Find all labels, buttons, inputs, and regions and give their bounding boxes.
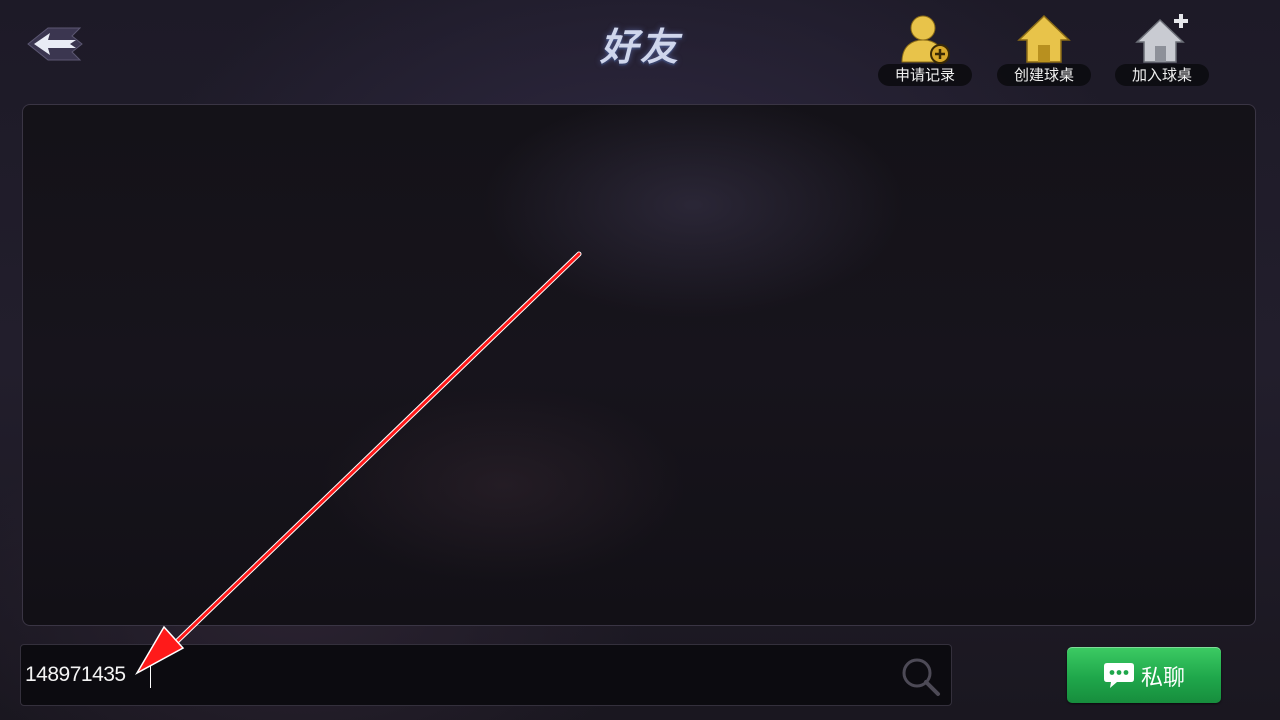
search-box[interactable] [20, 644, 952, 706]
join-table-label: 加入球桌 [1115, 64, 1209, 86]
create-table-button[interactable]: 创建球桌 [996, 10, 1092, 88]
chat-bubble-icon [1104, 663, 1134, 688]
search-input[interactable] [25, 659, 885, 691]
apply-record-label: 申请记录 [878, 64, 972, 86]
page-title: 好友 [599, 25, 680, 69]
private-chat-label: 私聊 [1141, 666, 1186, 691]
house-icon [1017, 14, 1071, 63]
search-icon[interactable] [899, 655, 941, 697]
private-chat-button[interactable]: 私聊 [1067, 647, 1221, 703]
friend-list-panel [22, 104, 1256, 626]
create-table-label: 创建球桌 [997, 64, 1091, 86]
back-arrow-icon [27, 27, 83, 61]
house-plus-icon [1135, 14, 1188, 63]
join-table-button[interactable]: 加入球桌 [1114, 10, 1210, 88]
text-caret [150, 660, 151, 688]
back-button[interactable] [26, 24, 84, 64]
user-add-icon [901, 15, 950, 64]
apply-record-button[interactable]: 申请记录 [877, 10, 973, 88]
